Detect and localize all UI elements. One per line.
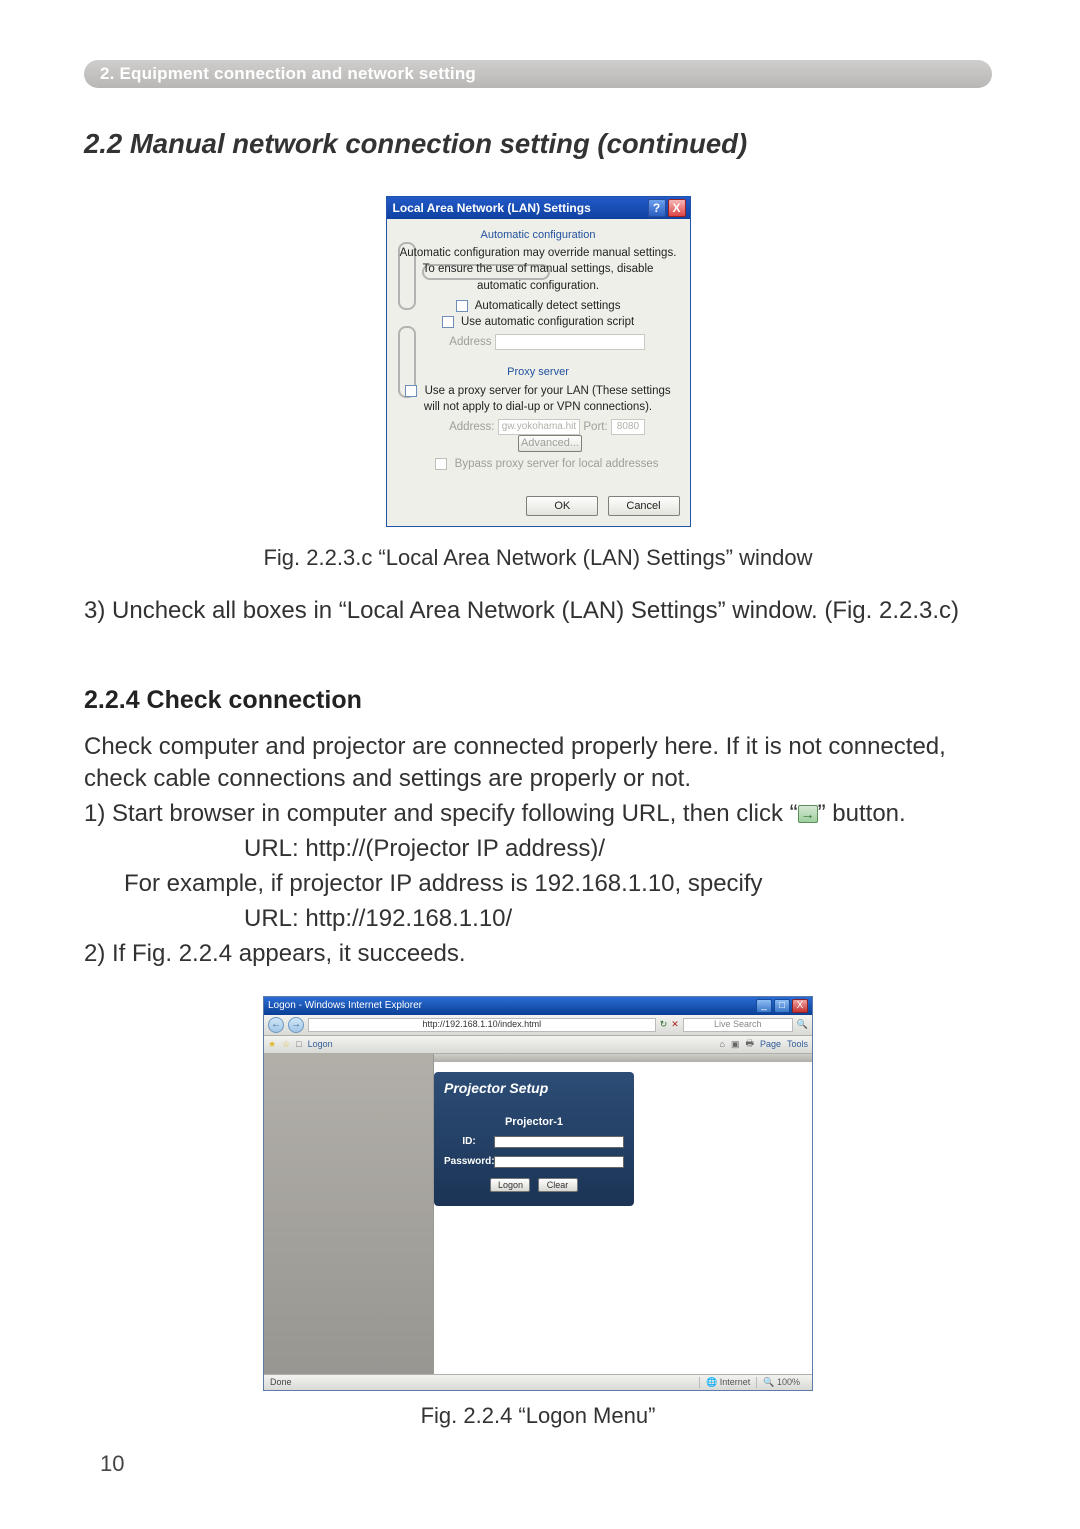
auto-script-checkbox[interactable]	[442, 316, 454, 328]
browser-favorites-bar: ★ ☆ □ Logon ⌂ ▣ 🖶 Page Tools	[264, 1036, 812, 1054]
address-bar[interactable]: http://192.168.1.10/index.html	[308, 1018, 656, 1032]
projector-setup-title: Projector Setup	[434, 1080, 614, 1096]
check-connection-step-2: 2) If Fig. 2.2.4 appears, it succeeds.	[84, 938, 992, 969]
maximize-button[interactable]: □	[774, 999, 790, 1013]
figure-2-caption: Fig. 2.2.4 “Logon Menu”	[84, 1403, 992, 1429]
print-icon[interactable]: 🖶	[745, 1036, 754, 1052]
id-label: ID:	[444, 1136, 494, 1147]
projector-name-label: Projector-1	[444, 1116, 624, 1128]
url-line-1: URL: http://(Projector IP address)/	[244, 833, 992, 864]
advanced-button[interactable]: Advanced...	[518, 435, 582, 452]
page-left-gradient	[264, 1054, 434, 1374]
feeds-icon[interactable]: ▣	[731, 1039, 740, 1050]
script-address-field[interactable]	[495, 334, 645, 350]
step-1-text-b: ” button.	[818, 800, 906, 827]
browser-nav-toolbar: ← → http://192.168.1.10/index.html ↻ ✕ L…	[264, 1015, 812, 1036]
status-zone-label: Internet	[720, 1377, 751, 1387]
tools-menu[interactable]: Tools	[787, 1039, 808, 1049]
page-menu[interactable]: Page	[760, 1039, 781, 1049]
lan-settings-dialog: Local Area Network (LAN) Settings ? X Au…	[386, 196, 691, 527]
proxy-address-field[interactable]: gw.yokohama.hit	[498, 419, 581, 435]
dialog-title-text: Local Area Network (LAN) Settings	[393, 201, 591, 215]
auto-detect-checkbox[interactable]	[456, 300, 468, 312]
close-button[interactable]: X	[668, 199, 686, 217]
page-content-area: Projector Setup Projector-1 ID: Password…	[434, 1054, 812, 1374]
internet-zone-icon: 🌐	[706, 1377, 717, 1387]
step-1-text-a: 1) Start browser in computer and specify…	[84, 800, 798, 827]
step-3-text: 3) Uncheck all boxes in “Local Area Netw…	[84, 595, 992, 626]
projector-setup-panel: Projector Setup Projector-1 ID: Password…	[434, 1072, 634, 1206]
figure-1-caption: Fig. 2.2.3.c “Local Area Network (LAN) S…	[84, 545, 992, 571]
search-field[interactable]: Live Search	[683, 1018, 793, 1032]
status-done-text: Done	[270, 1377, 292, 1387]
bypass-local-checkbox[interactable]	[435, 458, 447, 470]
breadcrumb: 2. Equipment connection and network sett…	[84, 60, 992, 88]
proxy-port-label: Port:	[583, 421, 607, 433]
tab-label[interactable]: Logon	[308, 1039, 333, 1049]
check-connection-paragraph-1: Check computer and projector are connect…	[84, 731, 992, 793]
tab-icon: □	[296, 1039, 301, 1049]
favorites-star-icon[interactable]: ★	[268, 1039, 276, 1050]
help-button[interactable]: ?	[648, 199, 666, 217]
search-go-icon[interactable]: 🔍	[797, 1019, 808, 1030]
stop-icon[interactable]: ✕	[671, 1019, 679, 1030]
browser-title-text: Logon - Windows Internet Explorer	[268, 997, 422, 1015]
home-icon[interactable]: ⌂	[720, 1039, 725, 1049]
ok-button[interactable]: OK	[526, 496, 598, 516]
subsection-heading-check-connection: 2.2.4 Check connection	[84, 686, 992, 715]
browser-close-button[interactable]: X	[792, 999, 808, 1013]
bypass-local-label: Bypass proxy server for local addresses	[455, 458, 659, 470]
status-zone: 🌐 Internet	[699, 1377, 756, 1388]
back-button[interactable]: ←	[268, 1017, 284, 1033]
status-zoom-value: 100%	[777, 1377, 800, 1387]
browser-status-bar: Done 🌐 Internet 🔍 100%	[264, 1374, 812, 1390]
forward-button[interactable]: →	[288, 1017, 304, 1033]
browser-window-figure: Logon - Windows Internet Explorer _ □ X …	[263, 996, 813, 1391]
auto-detect-label: Automatically detect settings	[475, 300, 621, 312]
go-arrow-icon: →	[798, 805, 818, 823]
browser-title-bar: Logon - Windows Internet Explorer _ □ X	[264, 997, 812, 1015]
id-input[interactable]	[494, 1136, 624, 1148]
example-text: For example, if projector IP address is …	[124, 868, 992, 899]
proxy-port-field[interactable]: 8080	[611, 419, 645, 435]
use-proxy-checkbox[interactable]	[405, 385, 417, 397]
group-label-proxy: Proxy server	[507, 366, 569, 378]
proxy-address-label: Address:	[449, 421, 494, 433]
add-favorite-icon[interactable]: ☆	[282, 1039, 290, 1050]
automatic-configuration-group: Automatic configuration Automatic config…	[397, 227, 680, 356]
dialog-title-bar: Local Area Network (LAN) Settings ? X	[387, 197, 690, 219]
lan-settings-dialog-figure: Local Area Network (LAN) Settings ? X Au…	[386, 196, 691, 527]
section-heading-continued: 2.2 Manual network connection setting (c…	[84, 128, 992, 160]
auto-config-description: Automatic configuration may override man…	[397, 245, 680, 293]
script-address-label: Address	[449, 336, 491, 348]
group-label-auto: Automatic configuration	[481, 229, 596, 241]
auto-script-label: Use automatic configuration script	[461, 316, 634, 328]
cancel-button[interactable]: Cancel	[608, 496, 680, 516]
logon-button[interactable]: Logon	[490, 1178, 530, 1192]
minimize-button[interactable]: _	[756, 999, 772, 1013]
proxy-server-group: Proxy server Use a proxy server for your…	[397, 364, 680, 478]
check-connection-step-1: 1) Start browser in computer and specify…	[84, 798, 992, 829]
url-line-2: URL: http://192.168.1.10/	[244, 903, 992, 934]
clear-button[interactable]: Clear	[538, 1178, 578, 1192]
refresh-icon[interactable]: ↻	[660, 1019, 668, 1030]
zoom-icon: 🔍	[763, 1377, 774, 1387]
page-number: 10	[100, 1451, 124, 1477]
use-proxy-label: Use a proxy server for your LAN (These s…	[424, 385, 671, 413]
password-input[interactable]	[494, 1156, 624, 1168]
password-label: Password:	[444, 1156, 494, 1167]
status-zoom[interactable]: 🔍 100%	[756, 1377, 806, 1388]
browser-viewport: Projector Setup Projector-1 ID: Password…	[264, 1054, 812, 1374]
